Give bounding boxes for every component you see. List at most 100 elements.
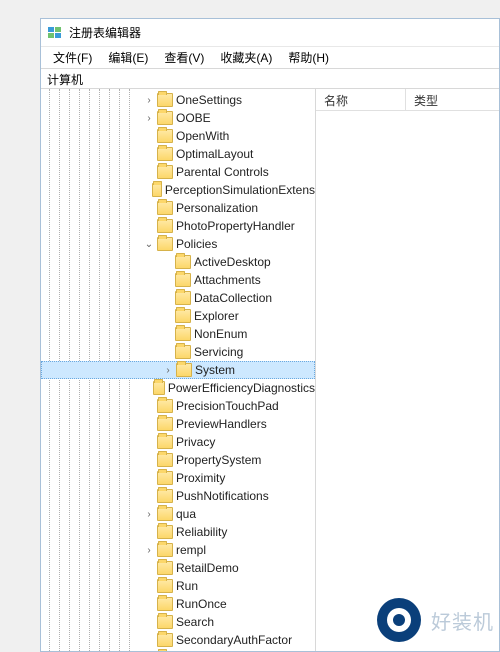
menu-view[interactable]: 查看(V) — [156, 47, 212, 68]
tree-node[interactable]: ›Servicing — [41, 343, 315, 361]
column-headers: 名称 类型 — [316, 89, 499, 111]
folder-icon — [157, 399, 173, 413]
tree-node[interactable]: ›Security and Maintenance — [41, 649, 315, 651]
tree-node[interactable]: › System — [41, 361, 315, 379]
column-type[interactable]: 类型 — [406, 89, 499, 110]
tree-node-label: PerceptionSimulationExtens — [165, 183, 315, 197]
tree-node[interactable]: ›OpenWith — [41, 127, 315, 145]
tree-node[interactable]: ›Run — [41, 577, 315, 595]
folder-icon — [157, 165, 173, 179]
address-text: 计算机 — [47, 73, 83, 87]
folder-icon — [157, 129, 173, 143]
registry-tree[interactable]: ›OneSettings›OOBE›OpenWith›OptimalLayout… — [41, 89, 315, 651]
tree-node-label: rempl — [176, 543, 206, 557]
menubar: 文件(F) 编辑(E) 查看(V) 收藏夹(A) 帮助(H) — [41, 47, 499, 69]
tree-node-label: Search — [176, 615, 214, 629]
tree-node[interactable]: ›ActiveDesktop — [41, 253, 315, 271]
column-name[interactable]: 名称 — [316, 89, 406, 110]
tree-node[interactable]: › OneSettings — [41, 91, 315, 109]
tree-node-label: ActiveDesktop — [194, 255, 271, 269]
tree-node-label: System — [195, 363, 235, 377]
folder-icon — [152, 183, 162, 197]
tree-node[interactable]: ›Search — [41, 613, 315, 631]
folder-icon — [157, 597, 173, 611]
tree-node[interactable]: ›OptimalLayout — [41, 145, 315, 163]
folder-icon — [157, 201, 173, 215]
tree-node-label: PowerEfficiencyDiagnostics — [168, 381, 315, 395]
tree-node-label: Servicing — [194, 345, 243, 359]
folder-icon — [157, 525, 173, 539]
tree-node[interactable]: ›Parental Controls — [41, 163, 315, 181]
tree-node[interactable]: ›SecondaryAuthFactor — [41, 631, 315, 649]
tree-node-label: qua — [176, 507, 196, 521]
tree-node-label: Personalization — [176, 201, 258, 215]
tree-node-label: RetailDemo — [176, 561, 239, 575]
menu-help[interactable]: 帮助(H) — [280, 47, 337, 68]
folder-icon — [176, 363, 192, 377]
tree-node[interactable]: ›Explorer — [41, 307, 315, 325]
tree-node-label: Explorer — [194, 309, 239, 323]
chevron-right-icon[interactable]: › — [143, 509, 155, 520]
tree-node[interactable]: ›Proximity — [41, 469, 315, 487]
folder-icon — [157, 507, 173, 521]
folder-icon — [157, 633, 173, 647]
app-icon — [47, 25, 63, 41]
tree-node[interactable]: ›Reliability — [41, 523, 315, 541]
tree-node-label: OOBE — [176, 111, 211, 125]
tree-node[interactable]: ›PushNotifications — [41, 487, 315, 505]
tree-node[interactable]: ›DataCollection — [41, 289, 315, 307]
tree-node-label: OpenWith — [176, 129, 229, 143]
tree-node[interactable]: ›RunOnce — [41, 595, 315, 613]
folder-icon — [153, 381, 165, 395]
folder-icon — [157, 561, 173, 575]
tree-node[interactable]: ›RetailDemo — [41, 559, 315, 577]
menu-favorites[interactable]: 收藏夹(A) — [212, 47, 280, 68]
folder-icon — [157, 489, 173, 503]
tree-node-label: Policies — [176, 237, 217, 251]
folder-icon — [175, 255, 191, 269]
tree-node-label: PreviewHandlers — [176, 417, 267, 431]
tree-node[interactable]: ›Attachments — [41, 271, 315, 289]
folder-icon — [157, 471, 173, 485]
tree-node[interactable]: ›PrecisionTouchPad — [41, 397, 315, 415]
tree-node[interactable]: › qua — [41, 505, 315, 523]
tree-node[interactable]: ⌄ Policies — [41, 235, 315, 253]
tree-pane: ›OneSettings›OOBE›OpenWith›OptimalLayout… — [41, 89, 316, 651]
address-bar[interactable]: 计算机 — [41, 69, 499, 89]
chevron-right-icon[interactable]: › — [143, 113, 155, 124]
tree-node[interactable]: ›NonEnum — [41, 325, 315, 343]
chevron-right-icon[interactable]: › — [143, 545, 155, 556]
menu-edit[interactable]: 编辑(E) — [100, 47, 156, 68]
chevron-right-icon[interactable]: › — [143, 95, 155, 106]
chevron-right-icon[interactable]: › — [162, 365, 174, 376]
tree-node-label: RunOnce — [176, 597, 227, 611]
menu-file[interactable]: 文件(F) — [45, 47, 100, 68]
tree-node[interactable]: ›PropertySystem — [41, 451, 315, 469]
tree-node-label: SecondaryAuthFactor — [176, 633, 292, 647]
folder-icon — [157, 147, 173, 161]
tree-node[interactable]: › OOBE — [41, 109, 315, 127]
tree-node[interactable]: › rempl — [41, 541, 315, 559]
content-area: ›OneSettings›OOBE›OpenWith›OptimalLayout… — [41, 89, 499, 651]
folder-icon — [175, 309, 191, 323]
chevron-down-icon[interactable]: ⌄ — [143, 239, 155, 250]
tree-node[interactable]: ›PreviewHandlers — [41, 415, 315, 433]
tree-node[interactable]: ›PerceptionSimulationExtens — [41, 181, 315, 199]
tree-node[interactable]: ›Personalization — [41, 199, 315, 217]
folder-icon — [175, 327, 191, 341]
tree-node-label: OneSettings — [176, 93, 242, 107]
folder-icon — [157, 111, 173, 125]
tree-node-label: DataCollection — [194, 291, 272, 305]
tree-node[interactable]: ›Privacy — [41, 433, 315, 451]
folder-icon — [175, 345, 191, 359]
window-title: 注册表编辑器 — [69, 24, 141, 41]
tree-node[interactable]: ›PowerEfficiencyDiagnostics — [41, 379, 315, 397]
folder-icon — [157, 615, 173, 629]
value-pane: 名称 类型 — [316, 89, 499, 651]
tree-node-label: Privacy — [176, 435, 215, 449]
tree-node-label: Run — [176, 579, 198, 593]
folder-icon — [157, 453, 173, 467]
tree-node-label: OptimalLayout — [176, 147, 253, 161]
folder-icon — [157, 237, 173, 251]
tree-node[interactable]: ›PhotoPropertyHandler — [41, 217, 315, 235]
